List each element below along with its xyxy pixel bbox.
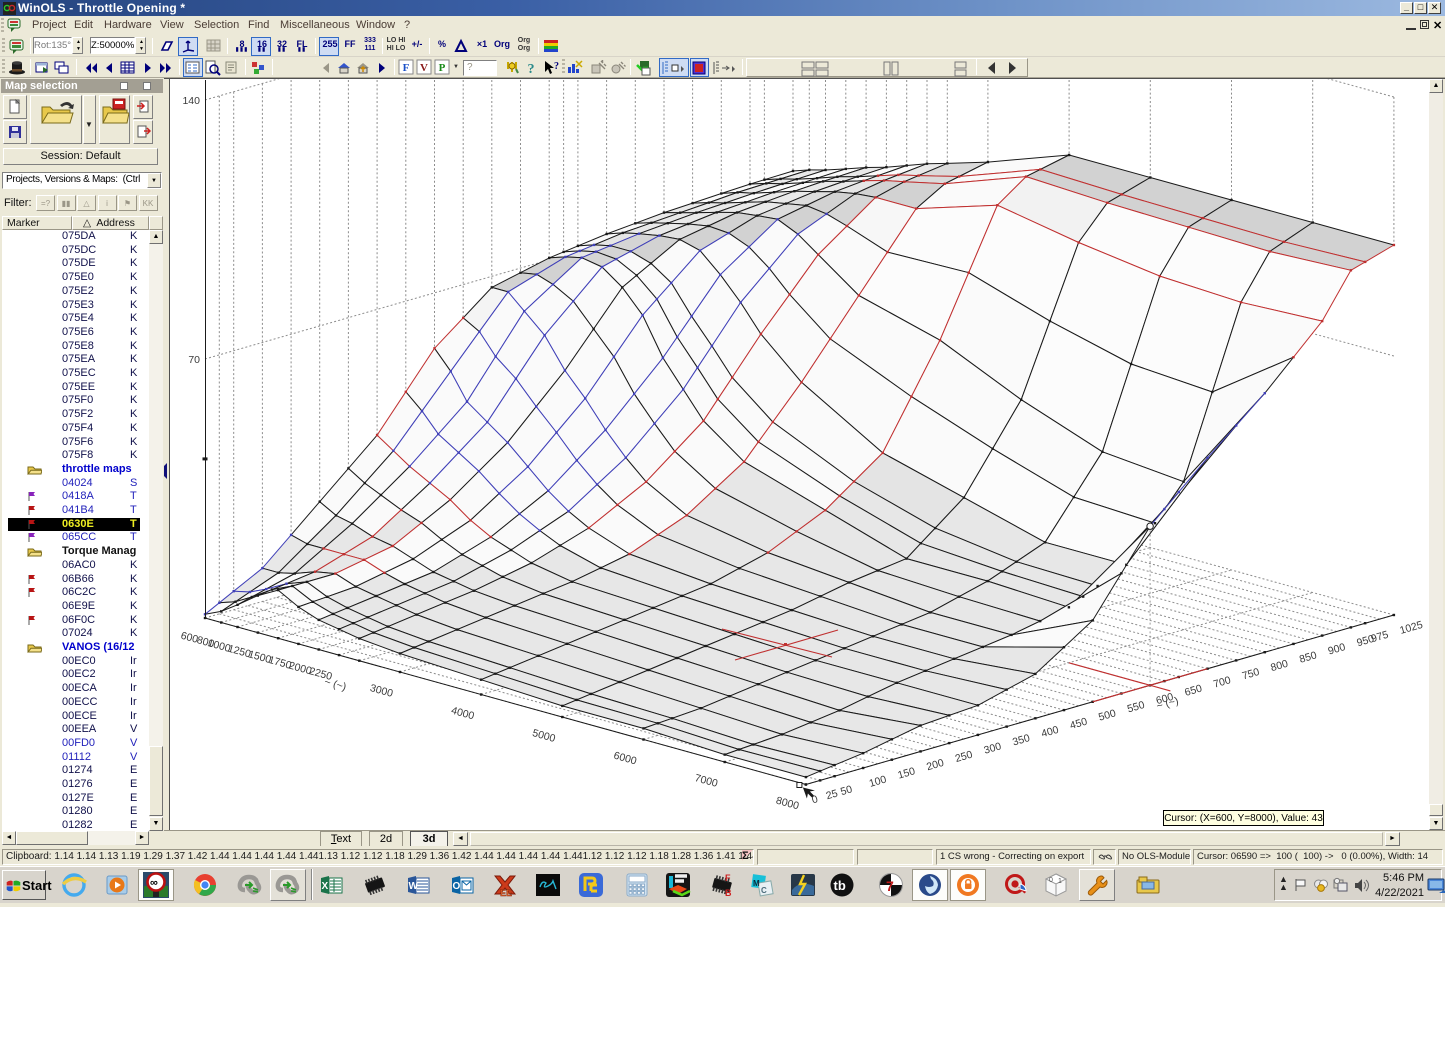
svg-text:70: 70 <box>188 354 200 366</box>
svg-text:O: O <box>453 881 461 892</box>
svg-text:1: 1 <box>1058 878 1062 885</box>
svg-text:EE: EE <box>500 888 512 898</box>
svg-text:∞: ∞ <box>150 877 158 889</box>
svg-text:?: ? <box>554 61 559 72</box>
svg-text:0: 0 <box>1049 877 1053 884</box>
svg-text:?: ? <box>528 62 535 77</box>
svg-text:F: F <box>725 873 731 883</box>
svg-text:7: 7 <box>886 878 894 894</box>
svg-text:140: 140 <box>182 95 200 107</box>
svg-text:C: C <box>761 886 767 895</box>
svg-text:F: F <box>403 62 410 74</box>
svg-text:X: X <box>322 881 329 892</box>
svg-text:V: V <box>420 62 428 74</box>
svg-text:W: W <box>409 881 419 892</box>
svg-text:P: P <box>439 62 446 74</box>
svg-text:M: M <box>753 879 760 888</box>
svg-text:B: B <box>725 888 732 898</box>
svg-text:tb: tb <box>834 878 846 893</box>
